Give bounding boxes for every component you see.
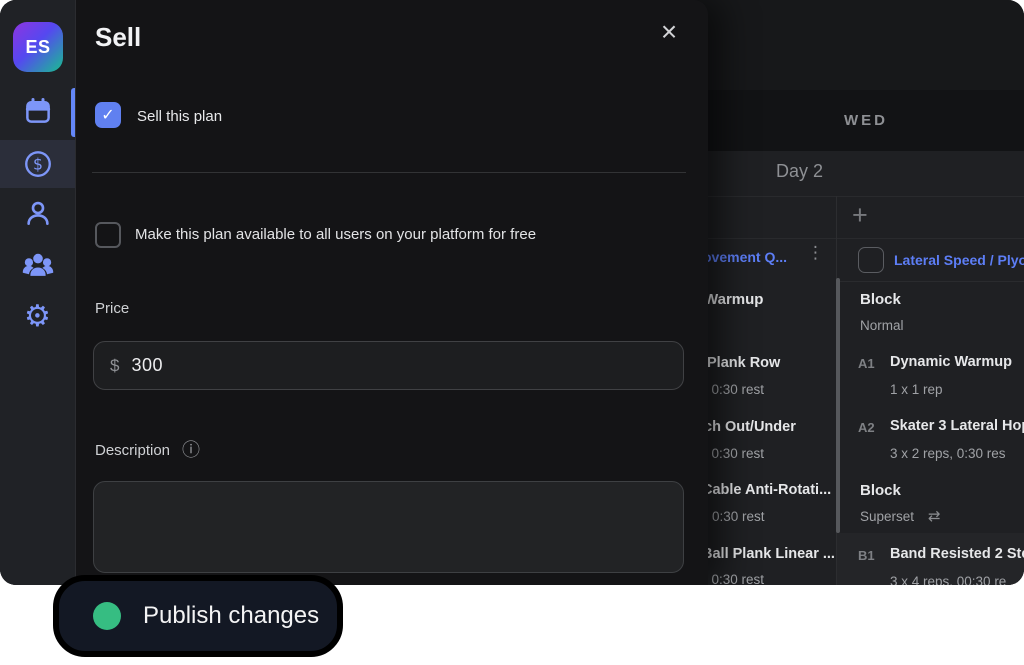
block-type: Normal [860, 318, 904, 333]
sidebar: ES $ [0, 0, 76, 585]
people-icon [22, 249, 54, 281]
exercise-tag: A2 [858, 420, 875, 435]
exercise-detail: 3 x 4 reps, 00:30 re [890, 574, 1006, 585]
sidebar-item-clients[interactable] [0, 189, 75, 237]
exercise-name[interactable]: Plank Row [707, 355, 780, 371]
close-icon[interactable]: × [653, 16, 685, 48]
block-type: Superset [860, 509, 914, 524]
kebab-menu-icon[interactable]: ⋮ [807, 246, 824, 260]
sell-modal: Sell × ✓ Sell this plan Make this plan a… [75, 0, 708, 585]
block-name: Warmup [704, 291, 763, 308]
price-input[interactable] [129, 354, 667, 377]
info-icon[interactable]: ⓘ [182, 441, 200, 459]
day-column-header[interactable]: Day 2 [776, 161, 823, 182]
exercise-name[interactable]: Cable Anti-Rotati... [702, 482, 831, 498]
gear-icon: ⚙ [24, 302, 51, 332]
exercise-detail: 3 x 2 reps, 0:30 res [890, 446, 1006, 461]
exercise-name[interactable]: Dynamic Warmup [890, 354, 1012, 370]
weekday-label: WED [844, 112, 888, 129]
free-plan-label: Make this plan available to all users on… [135, 226, 536, 243]
avatar[interactable]: ES [13, 22, 63, 72]
status-dot [93, 602, 121, 630]
free-plan-checkbox[interactable] [95, 222, 121, 248]
right-card-header-border [837, 281, 1024, 282]
sidebar-item-calendar[interactable] [0, 87, 75, 135]
superset-repeat-icon: ⇄ [928, 507, 941, 525]
modal-title: Sell [95, 22, 141, 53]
dollar-icon: $ [23, 149, 53, 179]
sidebar-item-billing[interactable]: $ [0, 140, 75, 188]
exercise-tag: B1 [858, 548, 875, 563]
exercise-name[interactable]: Band Resisted 2 Step [890, 546, 1024, 562]
sidebar-item-teams[interactable] [0, 241, 75, 289]
block-name: Block [860, 291, 901, 308]
sell-plan-label: Sell this plan [137, 108, 222, 125]
check-icon: ✓ [101, 105, 114, 125]
exercise-name[interactable]: Ball Plank Linear ... [702, 546, 835, 562]
right-workout-title[interactable]: Lateral Speed / Plyo [894, 252, 1024, 268]
sidebar-item-settings[interactable]: ⚙ [0, 293, 75, 341]
description-label-row: Description ⓘ [95, 441, 200, 459]
calendar-icon [23, 96, 53, 126]
scrollbar-thumb[interactable] [836, 278, 840, 533]
price-field-container: $ [93, 341, 684, 390]
svg-text:$: $ [33, 156, 43, 174]
divider [92, 172, 686, 173]
exercise-detail: 1 x 1 rep [890, 382, 943, 397]
description-label: Description [95, 442, 170, 459]
publish-changes-button[interactable]: Publish changes [53, 575, 343, 657]
exercise-detail: 0:30 rest [712, 509, 765, 524]
currency-symbol: $ [110, 356, 119, 376]
exercise-name[interactable]: Skater 3 Lateral Hop [890, 418, 1024, 434]
publish-changes-label: Publish changes [143, 602, 319, 630]
app-window: WED Day 2 + ovement Q... ⋮ Warmup Plank … [0, 0, 1024, 585]
exercise-name[interactable]: ch Out/Under [704, 419, 796, 435]
left-workout-title[interactable]: ovement Q... [703, 249, 787, 265]
description-textarea[interactable] [93, 481, 684, 573]
price-label: Price [95, 300, 129, 317]
exercise-detail: , 0:30 rest [704, 572, 764, 585]
exercise-tag: A1 [858, 356, 875, 371]
sell-plan-checkbox[interactable]: ✓ [95, 102, 121, 128]
exercise-detail: , 0:30 rest [704, 446, 764, 461]
exercise-detail: , 0:30 rest [704, 382, 764, 397]
block-name: Block [860, 482, 901, 499]
person-icon [23, 198, 53, 228]
add-day-button[interactable]: + [852, 200, 868, 230]
workout-checkbox[interactable] [858, 247, 884, 273]
